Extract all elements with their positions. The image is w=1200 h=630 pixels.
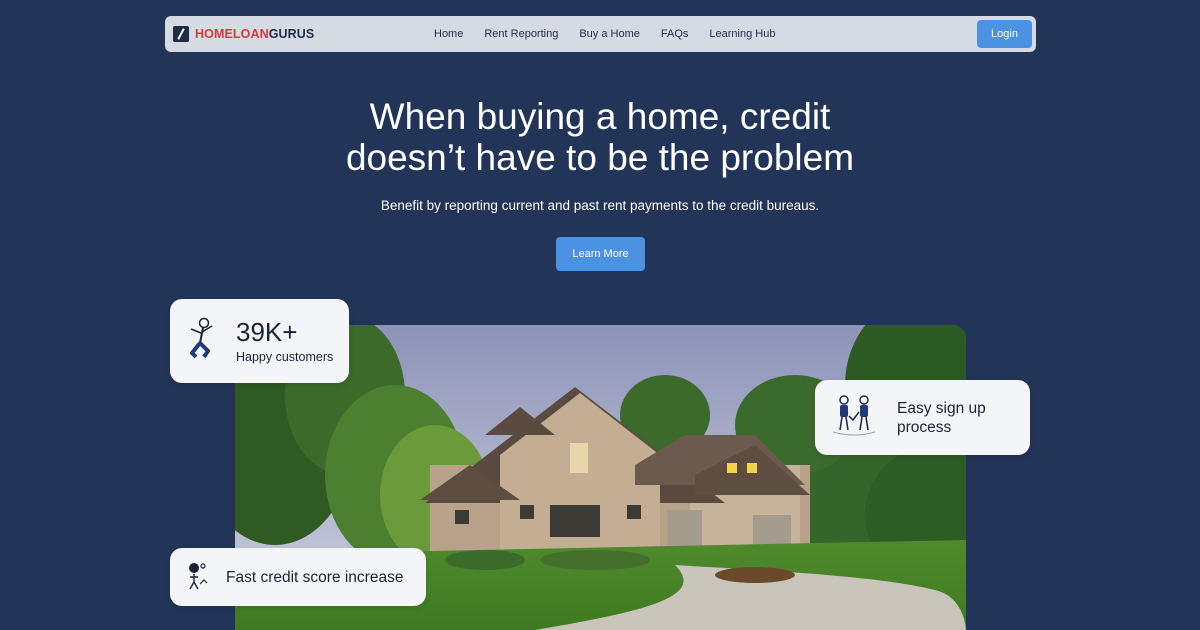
jumping-person-icon [184, 317, 218, 366]
credit-score-text: Fast credit score increase [226, 568, 404, 586]
logo-slash-icon [173, 26, 189, 42]
hero-title-line-2: doesn’t have to be the problem [345, 137, 855, 178]
easy-signup-text: Easy sign up process [897, 399, 986, 437]
two-people-icon [831, 392, 877, 443]
brand-name: HOMELOANGURUS [195, 27, 315, 41]
nav-link-rent-reporting[interactable]: Rent Reporting [484, 28, 558, 40]
easy-signup-card: Easy sign up process [815, 380, 1030, 455]
credit-score-card: Fast credit score increase [170, 548, 426, 606]
happy-customers-card: 39K+ Happy customers [170, 299, 349, 383]
customers-count: 39K+ [236, 317, 298, 347]
happy-customers-text: 39K+ Happy customers [236, 318, 333, 364]
login-button[interactable]: Login [977, 20, 1032, 48]
easy-signup-line-1: Easy sign up [897, 399, 986, 417]
hero-title-line-1: When buying a home, credit [369, 96, 831, 137]
learn-more-button[interactable]: Learn More [556, 237, 645, 271]
nav-link-home[interactable]: Home [434, 28, 463, 40]
customers-label: Happy customers [236, 350, 334, 364]
easy-signup-line-2: process [897, 418, 952, 436]
nav-link-learning-hub[interactable]: Learning Hub [709, 28, 775, 40]
nav-links: Home Rent Reporting Buy a Home FAQs Lear… [434, 16, 796, 52]
hero-subtitle: Benefit by reporting current and past re… [380, 198, 820, 213]
hero-title: When buying a home, credit doesn’t have … [0, 96, 1200, 178]
nav-link-faqs[interactable]: FAQs [661, 28, 689, 40]
nav-link-buy-a-home[interactable]: Buy a Home [579, 28, 640, 40]
top-navbar: HOMELOANGURUS Home Rent Reporting Buy a … [165, 16, 1036, 52]
score-gauge-icon [186, 560, 208, 595]
brand-logo[interactable]: HOMELOANGURUS [173, 16, 314, 52]
